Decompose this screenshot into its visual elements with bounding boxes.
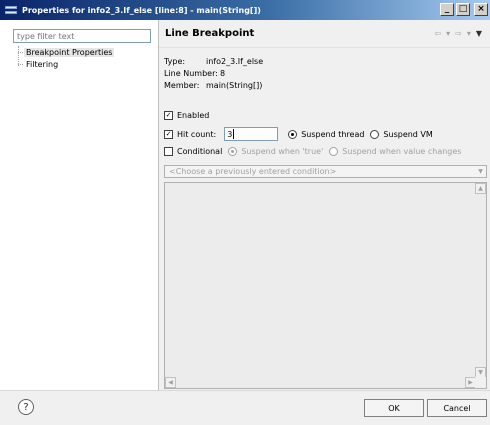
breakpoint-info: Type: info2_3.If_else Line Number: 8 Mem… <box>164 55 263 91</box>
suspend-vm-radio[interactable] <box>370 129 380 139</box>
properties-icon <box>4 4 18 16</box>
condition-editor[interactable]: ▲ ▼ ◀ ▶ <box>164 182 487 389</box>
back-arrow-icon[interactable]: ⇦ <box>434 29 441 38</box>
enabled-label: Enabled <box>177 111 210 120</box>
condition-history-combo[interactable]: <Choose a previously entered condition> … <box>164 165 487 178</box>
hit-count-value: 3 <box>227 129 233 139</box>
suspend-thread-radio[interactable] <box>288 129 298 139</box>
content-pane: Line Breakpoint ⇦ ▾ ⇨ ▾ ▼ Type: info2_3.… <box>159 20 490 390</box>
ok-button[interactable]: OK <box>364 399 424 417</box>
horizontal-scrollbar[interactable]: ◀ ▶ <box>165 377 476 388</box>
dropdown-icon[interactable]: ▾ <box>467 29 471 38</box>
scroll-up-icon[interactable]: ▲ <box>475 183 486 194</box>
scrollbar-corner <box>475 377 486 388</box>
scroll-left-icon[interactable]: ◀ <box>165 377 176 388</box>
page-tree: Breakpoint Properties Filtering <box>14 46 115 70</box>
hit-count-row: ✓ Hit count: 3 Suspend thread Suspend VM <box>164 127 433 141</box>
condition-history-placeholder: <Choose a previously entered condition> <box>169 167 337 176</box>
forward-arrow-icon[interactable]: ⇨ <box>455 29 462 38</box>
close-button[interactable]: × <box>474 3 488 16</box>
suspend-vm-label: Suspend VM <box>383 129 433 139</box>
cancel-button[interactable]: Cancel <box>427 399 487 417</box>
line-number-value: 8 <box>220 68 226 78</box>
conditional-label: Conditional <box>177 147 223 156</box>
type-value: info2_3.If_else <box>206 56 264 66</box>
member-value: main(String[]) <box>206 80 263 90</box>
hit-count-label: Hit count: <box>177 129 217 139</box>
conditional-row: Conditional Suspend when 'true' Suspend … <box>164 147 461 156</box>
enabled-row: ✓ Enabled <box>164 111 209 120</box>
hit-count-checkbox[interactable]: ✓ <box>164 129 173 139</box>
window-titlebar[interactable]: Properties for info2_3.If_else [line:8] … <box>0 0 490 20</box>
suspend-thread-label: Suspend thread <box>301 129 365 139</box>
suspend-when-changes-radio[interactable] <box>329 147 339 156</box>
suspend-when-changes-label: Suspend when value changes <box>342 147 462 156</box>
member-label: Member: <box>164 80 200 90</box>
type-label: Type: <box>164 56 186 66</box>
line-number-label: Line Number: <box>164 68 218 78</box>
help-icon[interactable]: ? <box>18 399 34 415</box>
hit-count-input[interactable]: 3 <box>224 127 279 141</box>
window-title: Properties for info2_3.If_else [line:8] … <box>22 5 261 15</box>
text-caret <box>233 129 235 139</box>
page-title: Line Breakpoint <box>165 28 255 39</box>
button-bar: ? OK Cancel <box>0 390 490 425</box>
enabled-checkbox[interactable]: ✓ <box>164 111 173 120</box>
tree-item-breakpoint-properties[interactable]: Breakpoint Properties <box>14 46 115 58</box>
suspend-when-true-radio[interactable] <box>228 147 238 156</box>
tree-item-label: Filtering <box>26 59 59 69</box>
tree-item-label: Breakpoint Properties <box>24 47 115 57</box>
suspend-when-true-label: Suspend when 'true' <box>241 147 324 156</box>
maximize-button[interactable]: □ <box>456 3 470 16</box>
conditional-checkbox[interactable] <box>164 147 173 156</box>
minimize-button[interactable]: _ <box>440 3 454 16</box>
page-header: Line Breakpoint ⇦ ▾ ⇨ ▾ ▼ <box>159 20 490 48</box>
tree-item-filtering[interactable]: Filtering <box>14 58 114 70</box>
menu-dropdown-icon[interactable]: ▼ <box>476 29 482 38</box>
vertical-scrollbar[interactable]: ▲ ▼ <box>475 183 486 378</box>
navigation-pane: Breakpoint Properties Filtering <box>0 20 158 390</box>
dropdown-icon[interactable]: ▾ <box>446 29 450 38</box>
filter-input[interactable] <box>13 29 151 43</box>
chevron-down-icon[interactable]: ▼ <box>475 166 486 177</box>
